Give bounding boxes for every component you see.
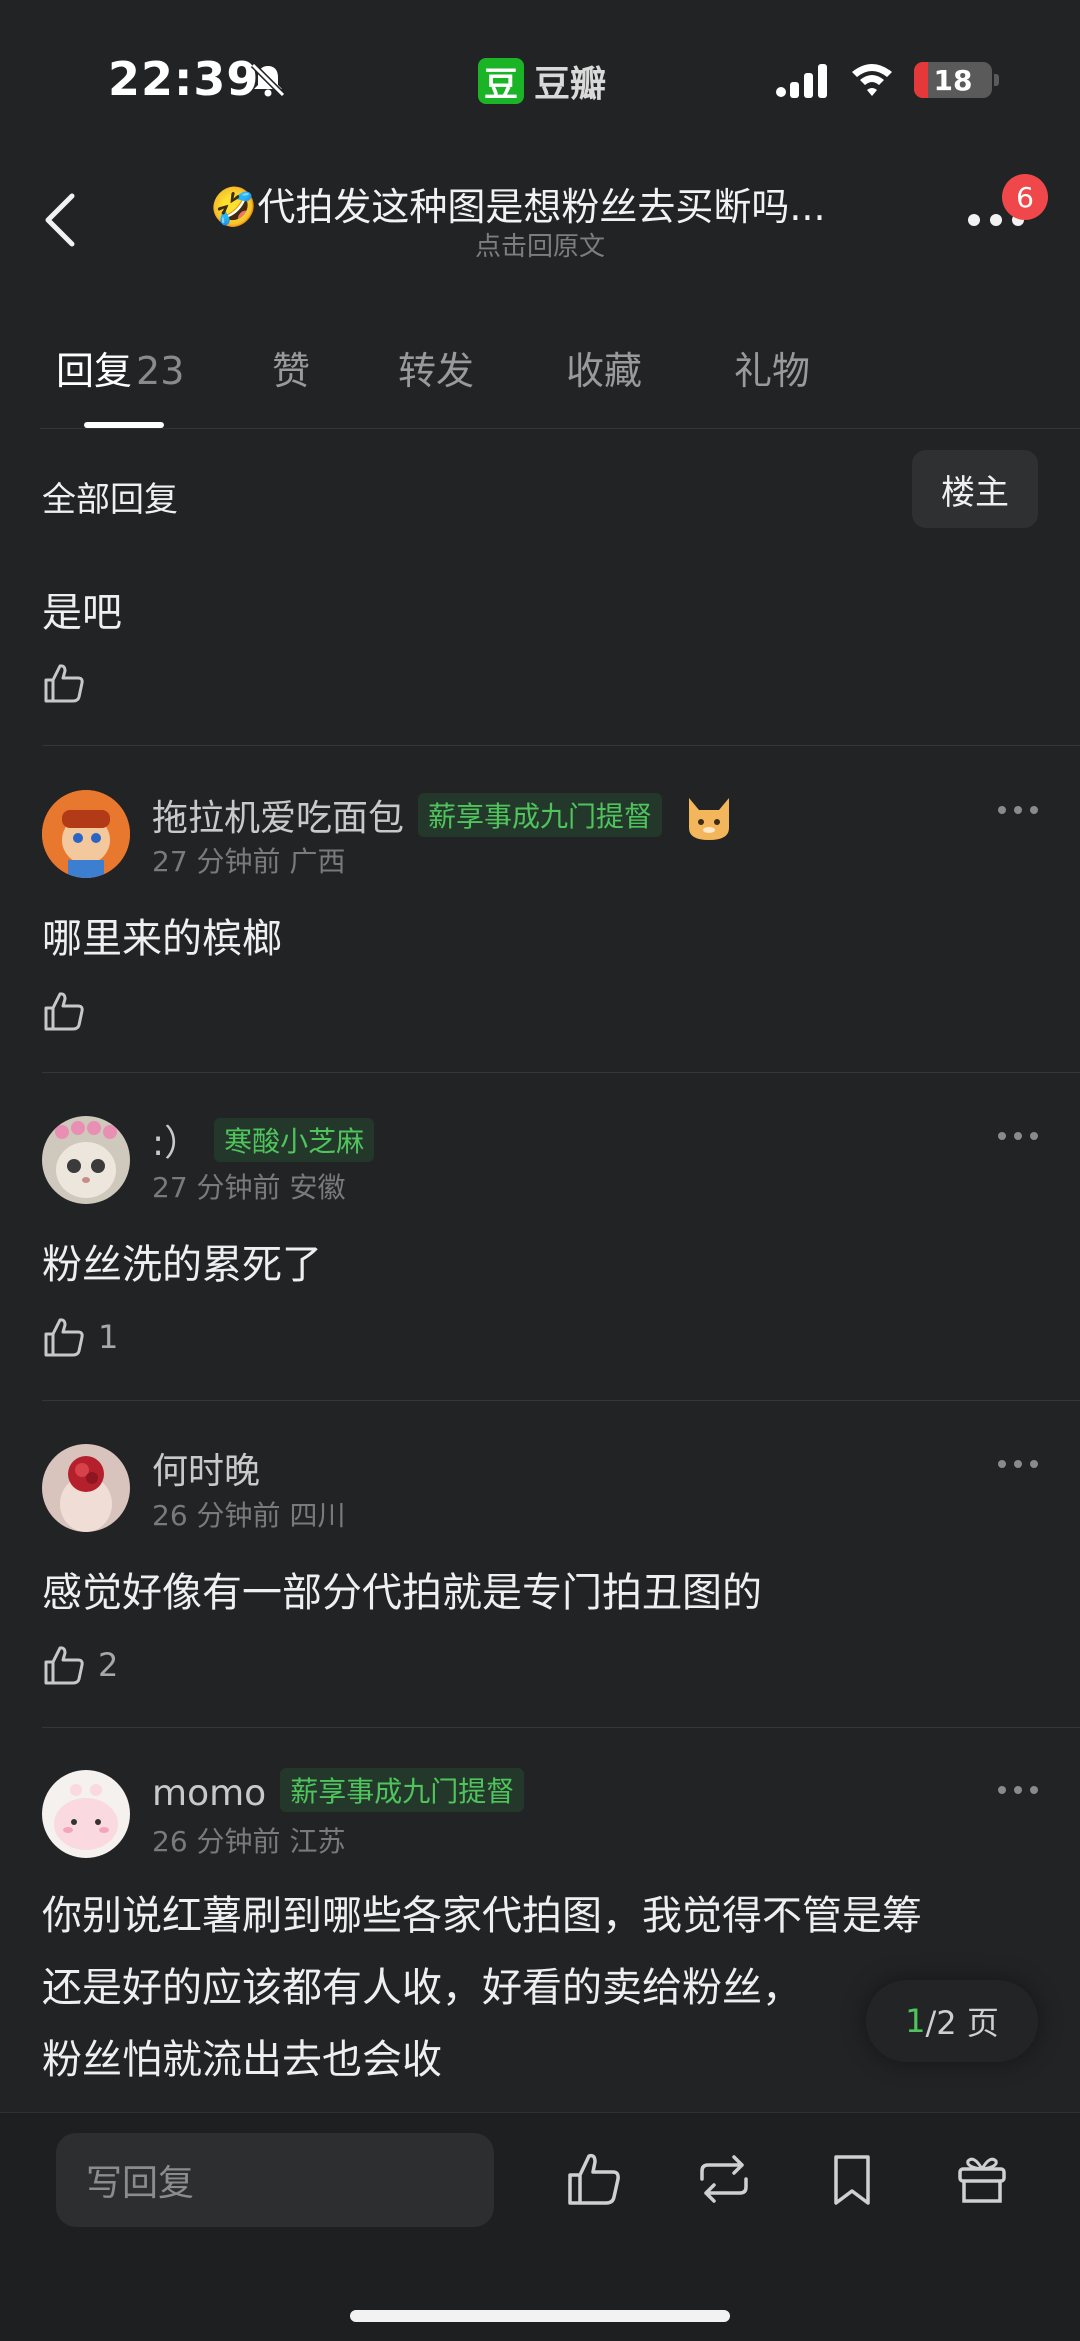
notification-badge[interactable]: 6 xyxy=(1002,174,1048,220)
tabs-divider xyxy=(40,428,1080,429)
cat-emoji-icon xyxy=(689,798,730,840)
comment-location: 广西 xyxy=(289,845,346,878)
comment-more-icon[interactable] xyxy=(996,1784,1040,1796)
user-badge[interactable]: 薪享事成九门提督 xyxy=(280,1768,525,1812)
page-indicator[interactable]: 1/2 页 xyxy=(866,1980,1038,2062)
comment-text: 粉丝洗的累死了 xyxy=(42,1242,322,1288)
username[interactable]: 何时晚 xyxy=(152,1451,260,1492)
douban-logo-icon: 豆 xyxy=(478,58,524,105)
avatar-image xyxy=(42,1444,130,1532)
comment-meta: 26 分钟前 四川 xyxy=(152,1494,345,1534)
current-page: 1 xyxy=(905,2002,926,2040)
reply-input[interactable]: 写回复 xyxy=(56,2133,494,2227)
tab-replies-count: 23 xyxy=(136,349,185,393)
divider xyxy=(42,745,1080,746)
username[interactable]: momo xyxy=(152,1773,266,1814)
comment-author[interactable]: :） 寒酸小芝麻 xyxy=(152,1114,375,1166)
post-title[interactable]: 🤣代拍发这种图是想粉丝去买断吗... xyxy=(210,176,890,231)
total-pages: /2 页 xyxy=(925,2004,999,2042)
comment-time: 27 分钟前 xyxy=(152,1171,281,1204)
status-bar: 22:39 豆 豆瓣 18 xyxy=(0,0,1080,150)
divider xyxy=(42,1400,1080,1401)
user-badge[interactable]: 薪享事成九门提督 xyxy=(418,793,663,837)
thumbs-up-icon xyxy=(44,1646,84,1685)
tab-likes[interactable]: 赞 xyxy=(272,340,310,395)
all-replies-heading: 全部回复 xyxy=(42,480,178,520)
battery-level: 18 xyxy=(933,63,973,97)
thumbs-up-icon[interactable] xyxy=(564,2149,624,2209)
comment-location: 安徽 xyxy=(289,1171,346,1204)
like-button[interactable]: 1 xyxy=(42,1312,118,1362)
op-only-filter-button[interactable]: 楼主 xyxy=(912,450,1038,528)
comment-text-line: 你别说红薯刷到哪些各家代拍图，我觉得不管是筹 xyxy=(42,1893,922,1939)
like-button[interactable] xyxy=(42,658,86,708)
like-button[interactable]: 2 xyxy=(42,1640,118,1690)
avatar[interactable] xyxy=(42,1770,130,1858)
comment-location: 四川 xyxy=(289,1499,346,1532)
comment-author[interactable]: 何时晚 xyxy=(152,1442,260,1494)
battery-tip xyxy=(994,74,999,86)
bottom-action-bar: 写回复 xyxy=(0,2112,1080,2341)
username[interactable]: :） xyxy=(152,1123,200,1164)
comment-author[interactable]: 拖拉机爱吃面包 薪享事成九门提督 xyxy=(152,788,737,844)
comment-time: 26 分钟前 xyxy=(152,1499,281,1532)
comment-meta: 26 分钟前 江苏 xyxy=(152,1820,345,1860)
avatar[interactable] xyxy=(42,790,130,878)
divider xyxy=(42,1072,1080,1073)
source-app[interactable]: 豆 豆瓣 xyxy=(478,58,607,105)
tab-replies[interactable]: 回复 23 xyxy=(56,340,184,395)
comment-author[interactable]: momo 薪享事成九门提督 xyxy=(152,1768,525,1814)
thumbs-up-icon xyxy=(44,664,84,703)
like-count: 2 xyxy=(98,1646,119,1684)
source-app-name: 豆瓣 xyxy=(534,64,607,105)
comment-time: 26 分钟前 xyxy=(152,1825,281,1858)
repost-icon[interactable] xyxy=(694,2149,754,2209)
tab-bar: 回复 23 赞 转发 收藏 礼物 xyxy=(0,340,1080,430)
cellular-signal-icon xyxy=(776,64,827,98)
comment-text: 是吧 xyxy=(42,590,122,636)
avatar-image xyxy=(42,1116,130,1204)
avatar[interactable] xyxy=(42,1444,130,1532)
tab-reposts[interactable]: 转发 xyxy=(398,340,474,395)
user-badge[interactable]: 寒酸小芝麻 xyxy=(214,1118,375,1162)
avatar-image xyxy=(42,790,130,878)
gift-icon[interactable] xyxy=(952,2149,1012,2209)
avatar[interactable] xyxy=(42,1116,130,1204)
comment-more-icon[interactable] xyxy=(996,804,1040,816)
tab-collections[interactable]: 收藏 xyxy=(566,340,642,395)
status-time: 22:39 xyxy=(108,52,260,106)
home-indicator[interactable] xyxy=(350,2310,730,2322)
username[interactable]: 拖拉机爱吃面包 xyxy=(152,798,404,839)
comment-time: 27 分钟前 xyxy=(152,845,281,878)
like-count: 1 xyxy=(98,1318,119,1356)
thumbs-up-icon xyxy=(44,1318,84,1357)
bookmark-icon[interactable] xyxy=(822,2149,882,2209)
like-button[interactable] xyxy=(42,986,86,1036)
comment-location: 江苏 xyxy=(289,1825,346,1858)
avatar-image xyxy=(42,1770,130,1858)
divider xyxy=(42,1727,1080,1728)
tab-replies-label: 回复 xyxy=(56,349,133,393)
back-to-post-link[interactable]: 点击回原文 xyxy=(0,226,1080,263)
comment-more-icon[interactable] xyxy=(996,1130,1040,1142)
comment-text: 哪里来的槟榔 xyxy=(42,916,282,962)
comment-meta: 27 分钟前 安徽 xyxy=(152,1166,345,1206)
comment-meta: 27 分钟前 广西 xyxy=(152,840,345,880)
comment-more-icon[interactable] xyxy=(996,1458,1040,1470)
comment-text: 感觉好像有一部分代拍就是专门拍丑图的 xyxy=(42,1570,762,1616)
battery-indicator: 18 xyxy=(914,62,992,98)
bell-muted-icon xyxy=(250,62,286,98)
wifi-icon xyxy=(852,64,892,96)
thumbs-up-icon xyxy=(44,992,84,1031)
tab-gifts[interactable]: 礼物 xyxy=(734,340,810,395)
